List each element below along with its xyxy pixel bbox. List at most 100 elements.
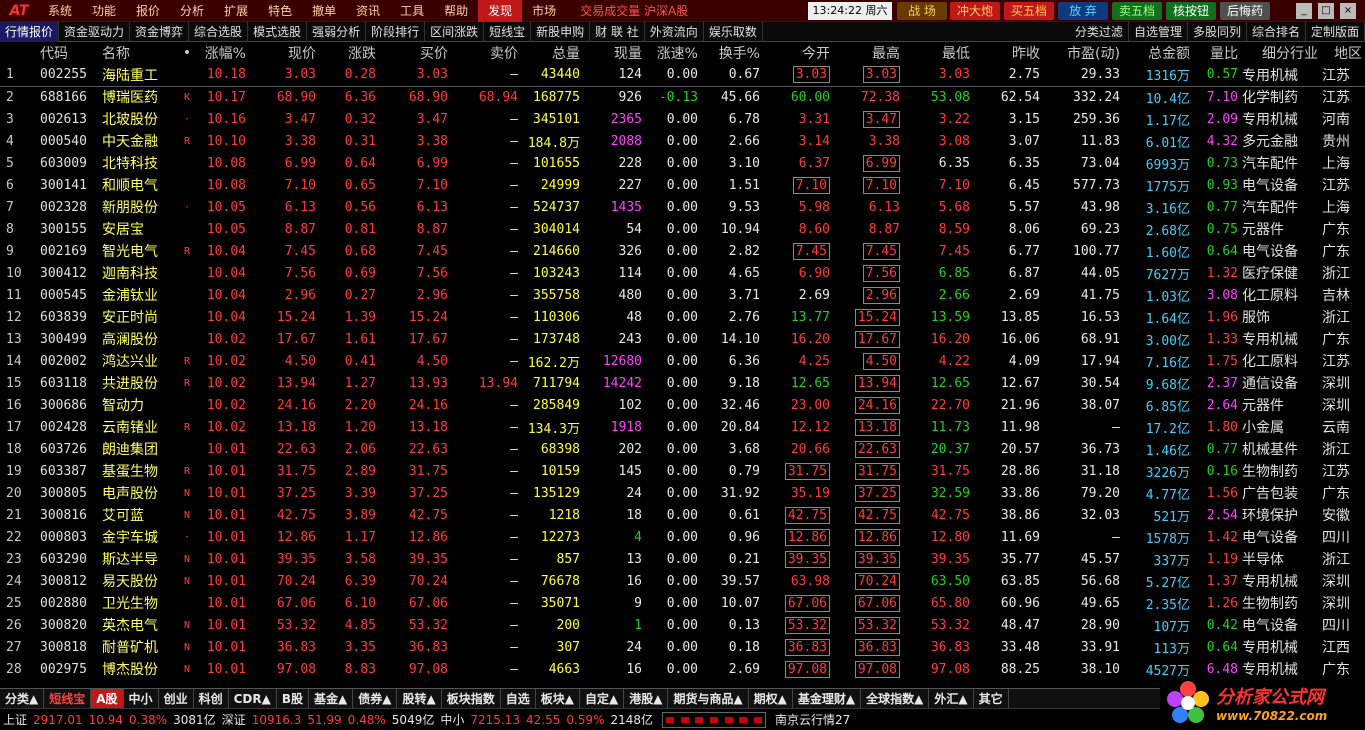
market-tab[interactable]: A股	[91, 689, 124, 708]
menu-item[interactable]: 特色	[258, 0, 302, 22]
column-header[interactable]: 涨速%	[646, 42, 702, 64]
column-header[interactable]: 总金额	[1124, 42, 1194, 64]
market-tab[interactable]: 中小	[124, 689, 159, 708]
table-row[interactable]: 4 000540 中天金融 R 10.10 3.38 0.31 3.38 –184.8万 2088…	[0, 130, 1365, 152]
column-header[interactable]: 最高	[834, 42, 904, 64]
quick-trade-button[interactable]: 卖五档	[1112, 2, 1162, 20]
function-tab[interactable]: 阶段排行	[366, 21, 426, 42]
market-tab[interactable]: 创业	[159, 689, 194, 708]
column-header[interactable]: 细分行业	[1242, 42, 1322, 64]
market-tab[interactable]: 板块▲	[536, 689, 580, 708]
function-tab[interactable]: 资金驱动力	[59, 21, 131, 42]
minimize-icon[interactable]: _	[1296, 3, 1312, 19]
quick-trade-button[interactable]: 核按钮	[1166, 2, 1216, 20]
table-row[interactable]: 16 300686 智动力 10.02 24.16 2.20 24.16 –285849 102…	[0, 394, 1365, 416]
column-header[interactable]: •	[180, 42, 198, 64]
quick-trade-button[interactable]: 放 弃	[1058, 2, 1108, 20]
toolbar-right-button[interactable]: 综合排名	[1247, 22, 1306, 42]
market-tab[interactable]: 板块指数	[442, 689, 501, 708]
quick-trade-button[interactable]: 战 场	[897, 2, 947, 20]
market-tab[interactable]: 分类▲	[0, 689, 45, 708]
column-header[interactable]: 总量	[522, 42, 584, 64]
column-header[interactable]: 最低	[904, 42, 974, 64]
quick-trade-button[interactable]: 买五档	[1004, 2, 1054, 20]
table-row[interactable]: 14 002002 鸿达兴业 R 10.02 4.50 0.41 4.50 –162.2万 126…	[0, 350, 1365, 372]
menu-item[interactable]: 资讯	[346, 0, 390, 22]
table-row[interactable]: 1 002255 海陆重工 10.18 3.03 0.28 3.03–43440 124 0.0…	[0, 64, 1365, 87]
market-tab[interactable]: 债券▲	[353, 689, 398, 708]
menu-item[interactable]: 分析	[170, 0, 214, 22]
table-row[interactable]: 5 603009 北特科技 10.08 6.99 0.64 6.99 –101655 228 0.…	[0, 152, 1365, 174]
table-row[interactable]: 15 603118 共进股份 R 10.02 13.94 1.27 13.93 13.94 711…	[0, 372, 1365, 394]
table-row[interactable]: 11 000545 金浦钛业 10.04 2.96 0.27 2.96 –355758 480 0…	[0, 284, 1365, 306]
function-tab[interactable]: 模式选股	[248, 21, 308, 42]
market-tab[interactable]: 港股▲	[624, 689, 669, 708]
table-row[interactable]: 8 300155 安居宝 10.05 8.87 0.81 8.87 –304014 54 0.00…	[0, 218, 1365, 240]
market-tab[interactable]: 自选	[501, 689, 536, 708]
table-row[interactable]: 6 300141 和顺电气 10.08 7.10 0.65 7.10 – 24999 227 0.0…	[0, 174, 1365, 196]
table-row[interactable]: 19 603387 基蛋生物 R 10.01 31.75 2.89 31.75 – 10159 14…	[0, 460, 1365, 482]
table-row[interactable]: 26 300820 英杰电气 N 10.01 53.32 4.85 53.32 – 200 1 0.0…	[0, 614, 1365, 636]
table-row[interactable]: 21 300816 艾可蓝 N 10.01 42.75 3.89 42.75 – 1218 18 0.…	[0, 504, 1365, 526]
market-tab[interactable]: CDR▲	[229, 689, 277, 708]
menu-item[interactable]: 市场	[522, 0, 566, 22]
column-header[interactable]: 现价	[250, 42, 320, 64]
close-icon[interactable]: ×	[1340, 3, 1356, 19]
function-tab[interactable]: 短线宝	[484, 21, 532, 42]
column-header[interactable]	[0, 42, 40, 64]
table-row[interactable]: 22 000803 金宇车城 · 10.01 12.86 1.17 12.86 – 12273 4 0…	[0, 526, 1365, 548]
table-row[interactable]: 27 300818 耐普矿机 N 10.01 36.83 3.35 36.83 – 307 24 0.…	[0, 636, 1365, 658]
table-row[interactable]: 23 603290 斯达半导 N 10.01 39.35 3.58 39.35 – 857 13 0.…	[0, 548, 1365, 570]
menu-item[interactable]: 撤单	[302, 0, 346, 22]
column-header[interactable]: 涨幅%	[198, 42, 250, 64]
menu-item[interactable]: 系统	[38, 0, 82, 22]
market-tab[interactable]: 科创	[194, 689, 229, 708]
table-row[interactable]: 13 300499 高澜股份 10.02 17.67 1.61 17.67 –173748 24…	[0, 328, 1365, 350]
column-header[interactable]: 市盈(动)	[1044, 42, 1124, 64]
market-tab[interactable]: 自定▲	[580, 689, 625, 708]
table-row[interactable]: 12 603839 安正时尚 10.04 15.24 1.39 15.24 –110306 48…	[0, 306, 1365, 328]
column-header[interactable]: 卖价	[452, 42, 522, 64]
column-header[interactable]: 代码	[40, 42, 102, 64]
table-row[interactable]: 24 300812 易天股份 N 10.01 70.24 6.39 70.24 – 76678 16…	[0, 570, 1365, 592]
market-tab[interactable]: 全球指数▲	[861, 689, 930, 708]
market-tab[interactable]: 期权▲	[749, 689, 793, 708]
function-tab[interactable]: 综合选股	[189, 21, 249, 42]
server-name[interactable]: 南京云行情27	[772, 711, 853, 728]
column-header[interactable]: 买价	[380, 42, 452, 64]
column-header[interactable]: 涨跌	[320, 42, 380, 64]
table-row[interactable]: 7 002328 新朋股份 · 10.05 6.13 0.56 6.13 –524737 1435…	[0, 196, 1365, 218]
menu-item[interactable]: 帮助	[434, 0, 478, 22]
table-row[interactable]: 20 300805 电声股份 N 10.01 37.25 3.39 37.25 –135129 2…	[0, 482, 1365, 504]
market-tab[interactable]: 基金▲	[309, 689, 354, 708]
function-tab[interactable]: 娱乐取数	[704, 21, 763, 42]
toolbar-right-button[interactable]: 自选管理	[1129, 22, 1188, 42]
column-header[interactable]: 今开	[764, 42, 834, 64]
function-tab[interactable]: 区间涨跌	[425, 21, 485, 42]
function-tab[interactable]: 外资流向	[645, 21, 704, 42]
column-header[interactable]: 昨收	[974, 42, 1044, 64]
market-tab[interactable]: 短线宝	[44, 689, 92, 708]
table-row[interactable]: 25 002880 卫光生物 10.01 67.06 6.10 67.06 – 35071 9 0.…	[0, 592, 1365, 614]
menu-item[interactable]: 发现	[478, 0, 523, 22]
market-tab[interactable]: 外汇▲	[929, 689, 974, 708]
column-header[interactable]: 地区	[1322, 42, 1365, 64]
table-row[interactable]: 10 300412 迦南科技 10.04 7.56 0.69 7.56 –103243 114 0…	[0, 262, 1365, 284]
menu-item[interactable]: 报价	[126, 0, 170, 22]
menu-item[interactable]: 工具	[390, 0, 434, 22]
maximize-icon[interactable]: □	[1318, 3, 1334, 19]
function-tab[interactable]: 资金博弈	[130, 21, 190, 42]
table-row[interactable]: 17 002428 云南锗业 R 10.02 13.18 1.20 13.18–134.3万 1…	[0, 416, 1365, 438]
column-header[interactable]: 现量	[584, 42, 646, 64]
quick-trade-button[interactable]: 冲大炮	[950, 2, 1000, 20]
table-row[interactable]: 2 688166 博瑞医药 K 10.17 68.90 6.36 68.90 68.94 1687…	[0, 86, 1365, 108]
table-row[interactable]: 9 002169 智光电气 R 10.04 7.45 0.68 7.45 –214660 326 0…	[0, 240, 1365, 262]
function-tab[interactable]: 强弱分析	[307, 21, 367, 42]
column-header[interactable]: 换手%	[702, 42, 764, 64]
function-tab[interactable]: 财 联 社	[590, 21, 645, 42]
market-tab[interactable]: 期货与商品▲	[668, 689, 749, 708]
market-tab[interactable]: 其它	[974, 689, 1009, 708]
menu-item[interactable]: 扩展	[214, 0, 258, 22]
market-tab[interactable]: 基金理财▲	[793, 689, 862, 708]
market-tab[interactable]: B股	[277, 689, 309, 708]
